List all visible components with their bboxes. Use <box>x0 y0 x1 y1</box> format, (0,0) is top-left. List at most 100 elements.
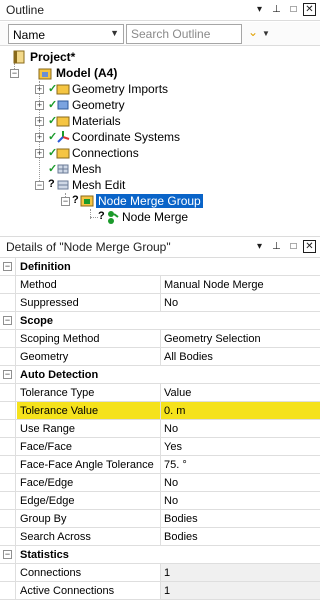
tree-label: Geometry <box>72 98 125 112</box>
section-scope[interactable]: − Scope <box>0 312 320 330</box>
tree-label: Coordinate Systems <box>72 130 181 144</box>
tree-item-geometry-imports[interactable]: + ✓ Geometry Imports <box>0 81 320 97</box>
tree-item-materials[interactable]: + ✓ Materials <box>0 113 320 129</box>
property-value[interactable]: 75. ° <box>164 459 187 471</box>
details-row-method[interactable]: Method Manual Node Merge <box>0 276 320 294</box>
search-input[interactable] <box>126 24 242 44</box>
property-value[interactable]: Manual Node Merge <box>164 279 264 291</box>
details-row-edge-edge[interactable]: Edge/Edge No <box>0 492 320 510</box>
details-row-group-by[interactable]: Group By Bodies <box>0 510 320 528</box>
tree-label-selected: Node Merge Group <box>96 194 203 208</box>
chevron-down-icon: ▼ <box>110 28 119 38</box>
folder-icon <box>56 114 70 128</box>
filter-icon[interactable]: ⌄ <box>248 25 258 39</box>
tree-item-mesh[interactable]: ✓ Mesh <box>0 161 320 177</box>
property-name: Method <box>20 279 57 291</box>
section-label: Auto Detection <box>20 369 99 381</box>
property-value[interactable]: No <box>164 423 178 435</box>
status-question-icon: ? <box>72 194 79 206</box>
expand-icon[interactable]: + <box>35 101 44 110</box>
property-value: 1 <box>164 567 171 579</box>
collapse-icon[interactable]: − <box>10 69 19 78</box>
details-row-search-across[interactable]: Search Across Bodies <box>0 528 320 546</box>
expand-icon[interactable]: + <box>35 149 44 158</box>
maximize-icon[interactable]: □ <box>286 2 301 18</box>
tree-item-node-merge-group[interactable]: − ? Node Merge Group <box>0 193 320 209</box>
section-statistics[interactable]: − Statistics <box>0 546 320 564</box>
property-value[interactable]: Value <box>164 387 191 399</box>
filter-dropdown-icon[interactable]: ▼ <box>262 29 270 38</box>
details-row-active-connections: Active Connections 1 <box>0 582 320 600</box>
pin-icon[interactable]: ⊥ <box>269 2 284 18</box>
close-icon[interactable]: ✕ <box>303 240 316 253</box>
tree-label: Geometry Imports <box>72 82 169 96</box>
dropdown-icon[interactable]: ▾ <box>252 2 267 18</box>
tree-item-connections[interactable]: + ✓ Connections <box>0 145 320 161</box>
node-merge-icon <box>106 210 120 224</box>
tree-label: Mesh <box>72 162 102 176</box>
collapse-icon[interactable]: − <box>3 316 12 325</box>
section-label: Definition <box>20 261 71 273</box>
property-value: 1 <box>164 585 171 597</box>
details-row-tolerance-value[interactable]: Tolerance Value 0. m <box>0 402 320 420</box>
collapse-icon[interactable]: − <box>3 262 12 271</box>
expand-icon[interactable]: + <box>35 133 44 142</box>
outline-titlebar: Outline ▾ ⊥ □ ✕ <box>0 0 320 21</box>
property-value[interactable]: No <box>164 477 178 489</box>
expand-icon[interactable]: + <box>35 117 44 126</box>
section-auto-detection[interactable]: − Auto Detection <box>0 366 320 384</box>
property-name: Suppressed <box>20 297 79 309</box>
tree-item-model[interactable]: − Model (A4) <box>0 65 320 81</box>
property-name: Face-Face Angle Tolerance <box>20 459 154 471</box>
property-value[interactable]: No <box>164 297 178 309</box>
expand-icon[interactable]: + <box>35 85 44 94</box>
collapse-icon[interactable]: − <box>3 550 12 559</box>
section-definition[interactable]: − Definition <box>0 258 320 276</box>
collapse-icon[interactable]: − <box>3 370 12 379</box>
tree-item-mesh-edit[interactable]: − ? Mesh Edit <box>0 177 320 193</box>
sort-select-value: Name <box>13 28 46 42</box>
property-name: Geometry <box>20 351 69 363</box>
details-row-tolerance-type[interactable]: Tolerance Type Value <box>0 384 320 402</box>
tree-item-geometry[interactable]: + ✓ Geometry <box>0 97 320 113</box>
details-titlebar: Details of "Node Merge Group" ▾ ⊥ □ ✕ <box>0 237 320 258</box>
property-value[interactable]: All Bodies <box>164 351 213 363</box>
property-value[interactable]: 0. m <box>164 405 185 417</box>
dropdown-icon[interactable]: ▾ <box>252 239 267 255</box>
outline-tree: Project* − Model (A4) + ✓ Geometry Impor… <box>0 47 320 237</box>
details-row-face-face[interactable]: Face/Face Yes <box>0 438 320 456</box>
tree-label: Materials <box>72 114 121 128</box>
mesh-icon <box>56 162 70 176</box>
property-value[interactable]: Bodies <box>164 513 198 525</box>
property-name: Connections <box>20 567 82 579</box>
details-row-scoping-method[interactable]: Scoping Method Geometry Selection <box>0 330 320 348</box>
tree-item-node-merge[interactable]: ? Node Merge <box>0 209 320 225</box>
property-name: Active Connections <box>20 585 115 597</box>
pin-icon[interactable]: ⊥ <box>269 239 284 255</box>
tree-item-project[interactable]: Project* <box>0 49 320 65</box>
details-row-use-range[interactable]: Use Range No <box>0 420 320 438</box>
property-value[interactable]: Geometry Selection <box>164 333 261 345</box>
property-value[interactable]: No <box>164 495 178 507</box>
maximize-icon[interactable]: □ <box>286 239 301 255</box>
details-row-face-face-angle[interactable]: Face-Face Angle Tolerance 75. ° <box>0 456 320 474</box>
tree-label: Node Merge <box>122 210 189 224</box>
details-grid: − Definition Method Manual Node Merge Su… <box>0 258 320 600</box>
section-label: Statistics <box>20 549 69 561</box>
node-merge-group-icon <box>80 194 94 208</box>
collapse-icon[interactable]: − <box>61 197 70 206</box>
details-row-geometry[interactable]: Geometry All Bodies <box>0 348 320 366</box>
property-value[interactable]: Yes <box>164 441 182 453</box>
section-label: Scope <box>20 315 54 327</box>
collapse-icon[interactable]: − <box>35 181 44 190</box>
close-icon[interactable]: ✕ <box>303 3 316 16</box>
details-title: Details of "Node Merge Group" <box>6 240 171 254</box>
mesh-edit-icon <box>56 178 70 192</box>
details-row-suppressed[interactable]: Suppressed No <box>0 294 320 312</box>
tree-item-coordinate-systems[interactable]: + ✓ Coordinate Systems <box>0 129 320 145</box>
property-value[interactable]: Bodies <box>164 531 198 543</box>
details-row-face-edge[interactable]: Face/Edge No <box>0 474 320 492</box>
property-name: Tolerance Value <box>20 405 99 417</box>
outline-title: Outline <box>6 3 45 17</box>
sort-select[interactable]: Name ▼ <box>8 24 124 44</box>
